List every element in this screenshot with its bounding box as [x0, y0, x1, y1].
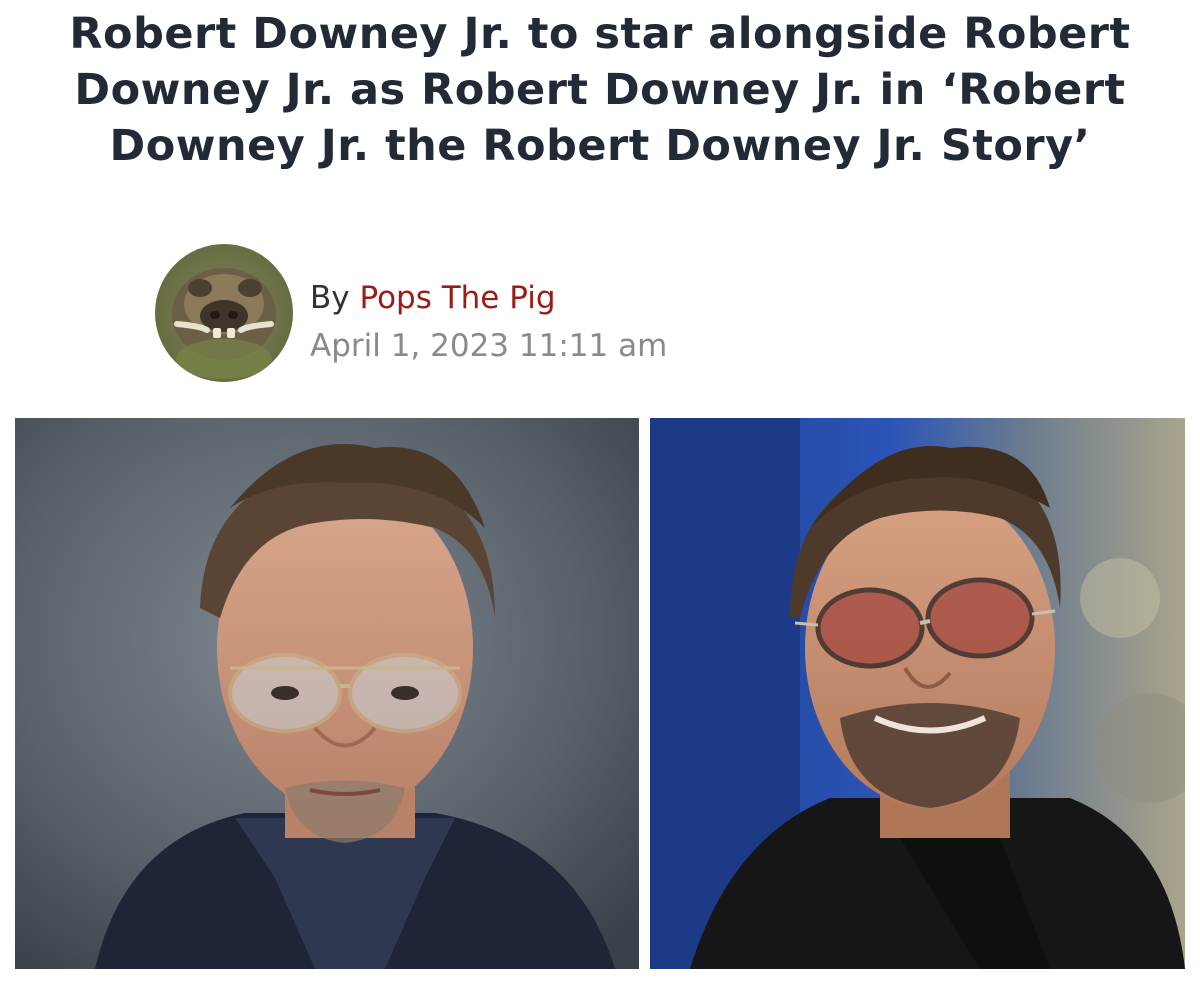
article-photo-right [650, 418, 1185, 969]
author-link[interactable]: Pops The Pig [359, 280, 555, 316]
boar-avatar-image [155, 244, 293, 382]
article-page: Robert Downey Jr. to star alongside Robe… [0, 0, 1200, 981]
by-label: By [310, 280, 350, 316]
portrait-photo-right [650, 418, 1185, 969]
article-photo-left [15, 418, 639, 969]
article-headline: Robert Downey Jr. to star alongside Robe… [69, 9, 1131, 171]
portrait-photo-left [15, 418, 639, 969]
author-avatar[interactable] [155, 244, 293, 382]
author-byline: By Pops The Pig [310, 278, 556, 318]
publish-date: April 1, 2023 11:11 am [310, 328, 668, 364]
